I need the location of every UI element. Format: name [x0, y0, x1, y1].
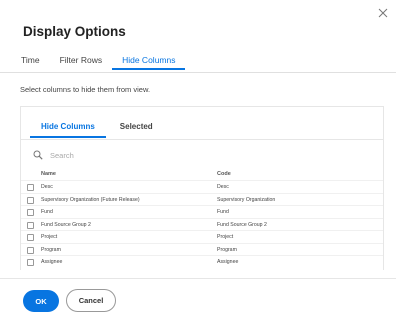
table-row[interactable]: Program Program — [21, 242, 383, 256]
table-row[interactable]: Project Project — [21, 230, 383, 243]
footer-divider — [0, 278, 396, 279]
row-checkbox[interactable] — [27, 246, 34, 254]
inner-tab-selected[interactable]: Selected — [120, 122, 153, 132]
table-row[interactable]: Assignee Assignee — [21, 255, 383, 268]
table-row[interactable]: Desc Desc — [21, 180, 383, 193]
search-bar — [33, 149, 200, 161]
tab-time[interactable]: Time — [20, 55, 41, 72]
row-name: Fund Source Group 2 — [41, 221, 91, 228]
row-checkbox[interactable] — [27, 221, 34, 229]
inner-tab-bar: Hide Columns Selected — [30, 122, 178, 138]
tab-filter-rows[interactable]: Filter Rows — [59, 55, 104, 72]
dialog-title: Display Options — [23, 24, 126, 39]
display-options-dialog: Display Options Time Filter Rows Hide Co… — [0, 0, 396, 318]
row-name: Fund — [41, 209, 53, 215]
table-row[interactable]: Fund Source Group 2 Fund Source Group 2 — [21, 217, 383, 231]
tab-bar: Time Filter Rows Hide Columns — [20, 55, 194, 72]
tab-hide-columns[interactable]: Hide Columns — [112, 55, 186, 72]
row-name: Assignee — [41, 259, 63, 265]
row-checkbox[interactable] — [27, 209, 34, 216]
column-header-name: Name — [41, 171, 56, 177]
inner-tab-hide-columns[interactable]: Hide Columns — [30, 122, 106, 138]
row-name: Desc — [41, 184, 53, 190]
row-code: Program — [217, 246, 237, 253]
table-body: Desc Desc Supervisory Organization (Futu… — [21, 180, 383, 268]
search-icon — [33, 150, 43, 160]
row-name: Project — [41, 234, 58, 240]
column-picker-panel: Hide Columns Selected Name Code Desc Des… — [20, 106, 384, 270]
row-code: Assignee — [217, 259, 239, 265]
search-input[interactable] — [50, 150, 200, 160]
row-name: Program — [41, 246, 61, 253]
row-checkbox[interactable] — [27, 234, 34, 241]
row-checkbox[interactable] — [27, 184, 34, 191]
row-code: Fund Source Group 2 — [217, 221, 267, 228]
tab-divider — [0, 72, 396, 73]
row-checkbox[interactable] — [27, 196, 34, 204]
row-code: Supervisory Organization — [217, 196, 276, 203]
row-code: Desc — [217, 184, 229, 190]
inner-tab-divider — [21, 139, 383, 140]
table-header: Name Code — [21, 171, 383, 179]
column-header-code: Code — [217, 171, 231, 177]
row-code: Project — [217, 234, 234, 240]
row-name: Supervisory Organization (Future Release… — [41, 196, 140, 203]
ok-button[interactable]: OK — [23, 290, 59, 312]
table-row[interactable]: Fund Fund — [21, 205, 383, 218]
cancel-button[interactable]: Cancel — [66, 289, 116, 312]
table-row[interactable]: Supervisory Organization (Future Release… — [21, 192, 383, 206]
close-icon — [378, 8, 388, 18]
instructions-text: Select columns to hide them from view. — [20, 85, 151, 94]
row-code: Fund — [217, 209, 229, 215]
row-checkbox[interactable] — [27, 259, 34, 266]
close-button[interactable] — [376, 6, 390, 20]
